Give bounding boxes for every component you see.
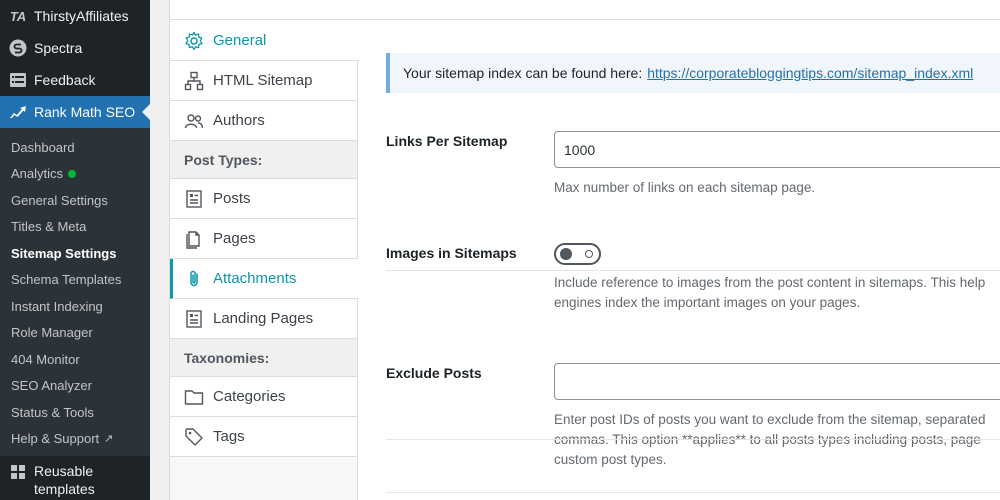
- panel-header: [170, 0, 1000, 20]
- submenu-sitemap-settings[interactable]: Sitemap Settings: [0, 240, 150, 267]
- tab-authors[interactable]: Authors: [170, 101, 358, 141]
- pages-icon: [184, 229, 204, 249]
- gear-icon: [184, 31, 204, 51]
- images-in-sitemaps-label: Images in Sitemaps: [386, 245, 517, 261]
- post-types-heading: Post Types:: [170, 141, 358, 179]
- setting-images-in-sitemaps: Images in Sitemaps Include reference to …: [386, 243, 1000, 339]
- menu-label: Reusable templates: [34, 463, 95, 497]
- row-divider: [386, 439, 1000, 440]
- sitemap-index-notice: Your sitemap index can be found here: ht…: [386, 53, 1000, 93]
- tab-landing-pages[interactable]: Landing Pages: [170, 299, 358, 339]
- tab-general[interactable]: General: [170, 21, 359, 61]
- settings-panel: General HTML Sitemap Authors Post Types:…: [169, 0, 1000, 500]
- submenu-general-settings[interactable]: General Settings: [0, 187, 150, 214]
- tab-html-sitemap[interactable]: HTML Sitemap: [170, 61, 358, 101]
- document-icon: [184, 309, 204, 329]
- exclude-posts-description: Enter post IDs of posts you want to excl…: [554, 412, 986, 467]
- links-per-sitemap-input[interactable]: 1000: [554, 131, 1000, 168]
- submenu-seo-analyzer[interactable]: SEO Analyzer: [0, 373, 150, 400]
- paperclip-icon: [184, 269, 204, 289]
- feedback-icon: [8, 70, 28, 90]
- images-in-sitemaps-toggle[interactable]: [554, 243, 601, 265]
- sitemap-icon: [184, 71, 204, 91]
- menu-reusable-templates[interactable]: Reusable templates: [0, 456, 150, 497]
- toggle-off-indicator: [585, 250, 593, 258]
- links-per-sitemap-field: 1000 Max number of links on each sitemap…: [554, 131, 1000, 198]
- submenu-status-tools[interactable]: Status & Tools: [0, 399, 150, 426]
- images-in-sitemaps-field: Include reference to images from the pos…: [554, 243, 1000, 313]
- grid-icon: [8, 462, 28, 482]
- setting-exclude-posts: Exclude Posts Enter post IDs of posts yo…: [386, 339, 1000, 493]
- settings-tabs: General HTML Sitemap Authors Post Types:…: [170, 21, 359, 500]
- menu-rank-math-seo[interactable]: Rank Math SEO: [0, 96, 150, 128]
- tag-icon: [184, 427, 204, 447]
- submenu-dashboard[interactable]: Dashboard: [0, 134, 150, 161]
- folder-icon: [184, 387, 204, 407]
- tab-categories[interactable]: Categories: [170, 377, 358, 417]
- submenu-schema-templates[interactable]: Schema Templates: [0, 267, 150, 294]
- submenu-analytics[interactable]: Analytics: [0, 161, 150, 188]
- tab-posts[interactable]: Posts: [170, 179, 358, 219]
- menu-label: ThirstyAffiliates: [34, 8, 129, 24]
- thirstyaffiliates-icon: TA: [9, 8, 27, 24]
- links-per-sitemap-description: Max number of links on each sitemap page…: [554, 180, 816, 195]
- submenu-instant-indexing[interactable]: Instant Indexing: [0, 293, 150, 320]
- sitemap-settings-form: Your sitemap index can be found here: ht…: [386, 53, 1000, 493]
- menu-label: Spectra: [34, 40, 83, 56]
- tab-pages[interactable]: Pages: [170, 219, 358, 259]
- rank-math-submenu: Dashboard Analytics General Settings Tit…: [0, 128, 150, 456]
- rank-math-icon: [8, 102, 28, 122]
- tab-tags[interactable]: Tags: [170, 417, 358, 457]
- sitemap-index-link[interactable]: https://corporatebloggingtips.com/sitema…: [647, 65, 973, 81]
- submenu-help-support[interactable]: Help & Support ↗: [0, 426, 150, 453]
- menu-thirstyaffiliates[interactable]: TA ThirstyAffiliates: [0, 0, 150, 32]
- menu-label: Rank Math SEO: [34, 104, 136, 120]
- toggle-knob: [560, 248, 572, 260]
- submenu-404-monitor[interactable]: 404 Monitor: [0, 346, 150, 373]
- submenu-titles-meta[interactable]: Titles & Meta: [0, 214, 150, 241]
- links-per-sitemap-label: Links Per Sitemap: [386, 133, 508, 149]
- images-in-sitemaps-description: Include reference to images from the pos…: [554, 275, 986, 310]
- wp-admin-sidebar: TA ThirstyAffiliates Spectra Feedback Ra…: [0, 0, 150, 500]
- spectra-icon: [8, 38, 28, 58]
- taxonomies-heading: Taxonomies:: [170, 339, 358, 377]
- status-dot-icon: [68, 169, 77, 178]
- exclude-posts-field: Enter post IDs of posts you want to excl…: [554, 363, 1000, 470]
- menu-feedback[interactable]: Feedback: [0, 64, 150, 96]
- submenu-role-manager[interactable]: Role Manager: [0, 320, 150, 347]
- document-icon: [184, 189, 204, 209]
- users-icon: [184, 111, 204, 131]
- menu-spectra[interactable]: Spectra: [0, 32, 150, 64]
- exclude-posts-label: Exclude Posts: [386, 365, 482, 381]
- exclude-posts-input[interactable]: [554, 363, 1000, 400]
- menu-label: Feedback: [34, 72, 96, 88]
- external-link-icon: ↗: [104, 433, 114, 446]
- tab-attachments[interactable]: Attachments: [170, 259, 359, 299]
